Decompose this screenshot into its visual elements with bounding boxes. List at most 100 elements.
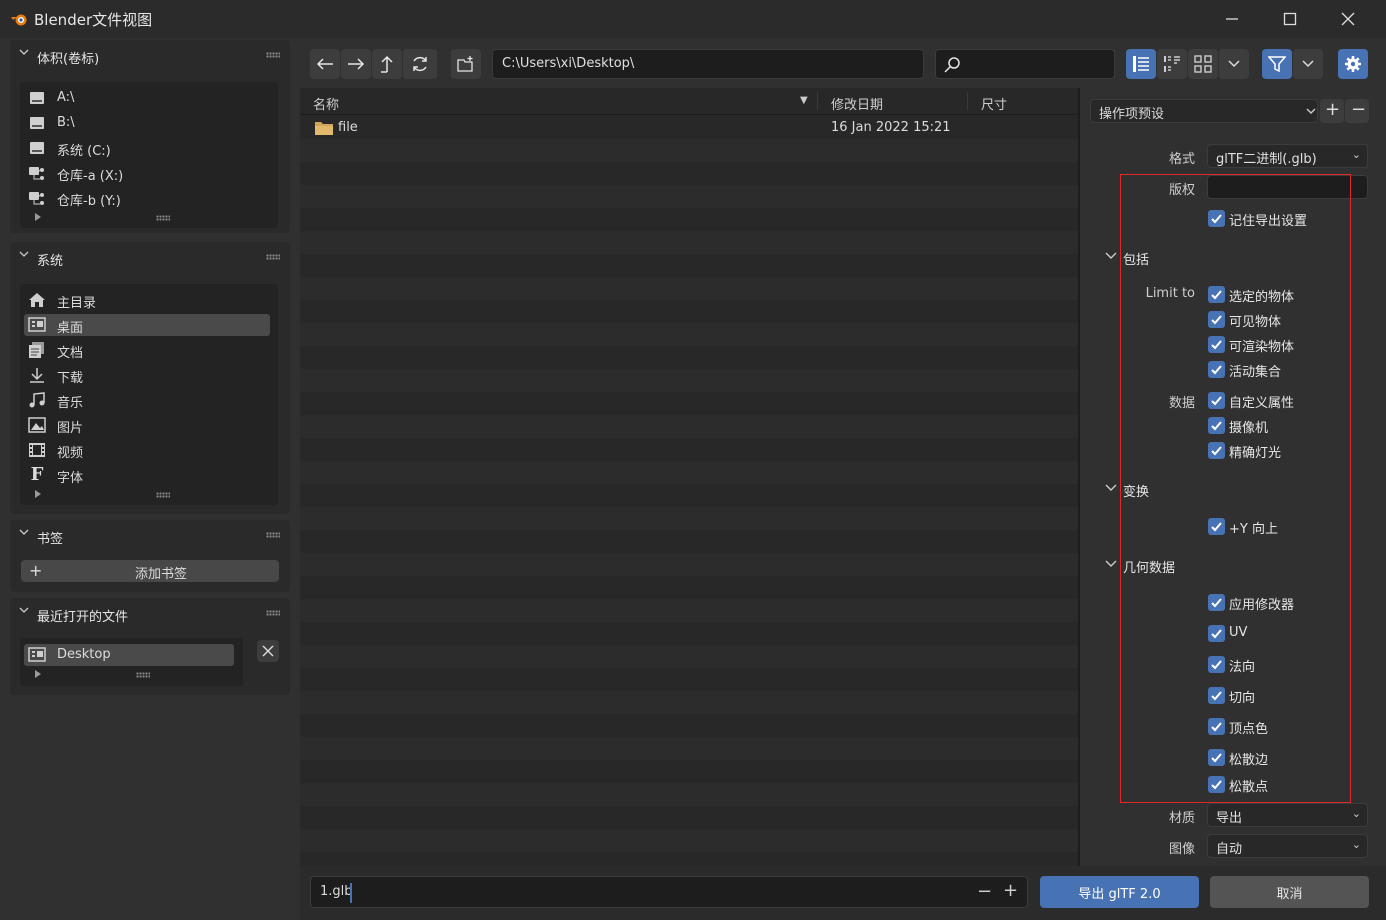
chevron-down-icon[interactable] [1105, 484, 1117, 492]
sidebar-item-home[interactable]: 主目录 [24, 289, 270, 311]
table-row[interactable]: file 16 Jan 2022 15:21 [300, 116, 1078, 139]
empty-row-stripe [300, 323, 1078, 346]
new-folder-button[interactable] [451, 49, 481, 79]
minus-icon: − [1351, 99, 1367, 120]
close-icon [1341, 12, 1355, 26]
column-divider[interactable] [817, 92, 818, 110]
checkmark-icon [1211, 290, 1222, 300]
search-input[interactable] [935, 49, 1115, 79]
panel-grip-icon[interactable] [266, 254, 280, 260]
recent-panel-header[interactable]: 最近打开的文件 [10, 598, 290, 628]
empty-row-stripe [300, 139, 1078, 162]
expand-triangle-icon[interactable] [35, 490, 41, 498]
cancel-button[interactable]: 取消 [1210, 876, 1369, 908]
limit-renderable-checkbox[interactable] [1208, 336, 1225, 353]
checkbox-label: 顶点色 [1229, 722, 1269, 737]
tangents-checkbox[interactable] [1208, 687, 1225, 704]
remove-preset-button[interactable]: − [1345, 99, 1369, 123]
vertex-colors-checkbox[interactable] [1208, 718, 1225, 735]
sidebar-item-music[interactable]: 音乐 [24, 389, 270, 411]
volume-item-a[interactable]: A:\ [24, 87, 274, 109]
filter-button[interactable] [1262, 49, 1292, 79]
back-button[interactable] [310, 49, 340, 79]
empty-row-stripe [300, 507, 1078, 530]
remember-settings-checkbox[interactable] [1208, 210, 1225, 227]
resize-grip-icon[interactable] [136, 672, 150, 678]
chevron-down-icon[interactable] [1105, 560, 1117, 568]
close-window-button[interactable] [1320, 0, 1376, 38]
volume-label: B:\ [57, 115, 75, 130]
export-gltf-button[interactable]: 导出 glTF 2.0 [1040, 876, 1199, 908]
panel-grip-icon[interactable] [266, 532, 280, 538]
vertical-list-view-button[interactable] [1126, 49, 1156, 79]
punctual-lights-checkbox[interactable] [1208, 442, 1225, 459]
section-include-title[interactable]: 包括 [1123, 249, 1149, 268]
path-field[interactable]: C:\Users\xi\Desktop\ [492, 49, 924, 79]
volume-item-b[interactable]: B:\ [24, 112, 274, 134]
custom-properties-checkbox[interactable] [1208, 392, 1225, 409]
sort-descending-icon[interactable]: ▼ [800, 95, 808, 106]
horizontal-list-view-button[interactable] [1157, 49, 1187, 79]
filename-input[interactable]: 1.glb − + [310, 876, 1028, 908]
resize-grip-icon[interactable] [156, 215, 170, 221]
sidebar-item-desktop[interactable]: 桌面 [24, 314, 270, 336]
uv-checkbox[interactable] [1208, 625, 1225, 642]
sidebar-item-videos[interactable]: 视频 [24, 439, 270, 461]
sidebar-item-pictures[interactable]: 图片 [24, 414, 270, 436]
limit-to-label: Limit to [1145, 286, 1195, 301]
chevron-down-icon [19, 251, 29, 257]
panel-grip-icon[interactable] [266, 610, 280, 616]
checkmark-icon [1211, 315, 1222, 325]
resize-grip-icon[interactable] [156, 492, 170, 498]
limit-active-collection-checkbox[interactable] [1208, 361, 1225, 378]
operator-panel: 操作项预设 + − 格式 glTF二进制(.glb) ⌄ 版权 记住导出设置 包… [1080, 88, 1386, 878]
checkmark-icon [1211, 660, 1222, 670]
copyright-field[interactable] [1207, 175, 1368, 199]
limit-visible-checkbox[interactable] [1208, 311, 1225, 328]
decrement-icon[interactable]: − [977, 881, 992, 902]
forward-button[interactable] [341, 49, 371, 79]
volumes-panel-header[interactable]: 体积(卷标) [10, 40, 290, 70]
apply-modifiers-checkbox[interactable] [1208, 594, 1225, 611]
minimize-button[interactable] [1204, 0, 1260, 38]
volume-label: 仓库-a (X:) [57, 169, 124, 184]
filter-options-dropdown[interactable] [1293, 49, 1323, 79]
recent-item-desktop[interactable]: Desktop [24, 644, 234, 666]
thumbnail-view-button[interactable] [1188, 49, 1218, 79]
bookmarks-panel-header[interactable]: 书签 [10, 520, 290, 550]
loose-edges-checkbox[interactable] [1208, 749, 1225, 766]
settings-button[interactable] [1338, 49, 1368, 79]
volume-item-x[interactable]: 仓库-a (X:) [24, 162, 274, 184]
y-up-checkbox[interactable] [1208, 518, 1225, 535]
maximize-button[interactable] [1262, 0, 1318, 38]
parent-directory-button[interactable] [372, 49, 402, 79]
clear-recent-button[interactable] [257, 640, 279, 662]
cameras-checkbox[interactable] [1208, 417, 1225, 434]
refresh-button[interactable] [403, 49, 437, 79]
column-divider[interactable] [967, 92, 968, 110]
section-geometry-title[interactable]: 几何数据 [1123, 557, 1175, 576]
view-options-dropdown[interactable] [1219, 49, 1249, 79]
expand-triangle-icon[interactable] [35, 670, 41, 678]
volume-item-y[interactable]: 仓库-b (Y:) [24, 187, 274, 209]
add-preset-button[interactable]: + [1320, 99, 1344, 123]
image-dropdown[interactable]: 自动 ⌄ [1207, 834, 1368, 858]
format-dropdown[interactable]: glTF二进制(.glb) ⌄ [1207, 144, 1368, 168]
section-transform-title[interactable]: 变换 [1123, 481, 1149, 500]
add-bookmark-button[interactable]: + 添加书签 [21, 560, 279, 582]
normals-checkbox[interactable] [1208, 656, 1225, 673]
volume-item-c[interactable]: 系统 (C:) [24, 137, 274, 159]
chevron-down-icon[interactable] [1105, 252, 1117, 260]
increment-icon[interactable]: + [1003, 880, 1018, 901]
operator-presets-dropdown[interactable]: 操作项预设 [1090, 99, 1318, 123]
sidebar-item-downloads[interactable]: 下载 [24, 364, 270, 386]
sidebar-item-fonts[interactable]: F 字体 [24, 464, 270, 487]
panel-grip-icon[interactable] [266, 52, 280, 58]
limit-selected-checkbox[interactable] [1208, 286, 1225, 303]
sidebar-item-documents[interactable]: 文档 [24, 339, 270, 361]
video-icon [28, 442, 46, 458]
material-dropdown[interactable]: 导出 ⌄ [1207, 803, 1368, 827]
system-panel-header[interactable]: 系统 [10, 242, 290, 272]
expand-triangle-icon[interactable] [35, 213, 41, 221]
loose-points-checkbox[interactable] [1208, 776, 1225, 793]
